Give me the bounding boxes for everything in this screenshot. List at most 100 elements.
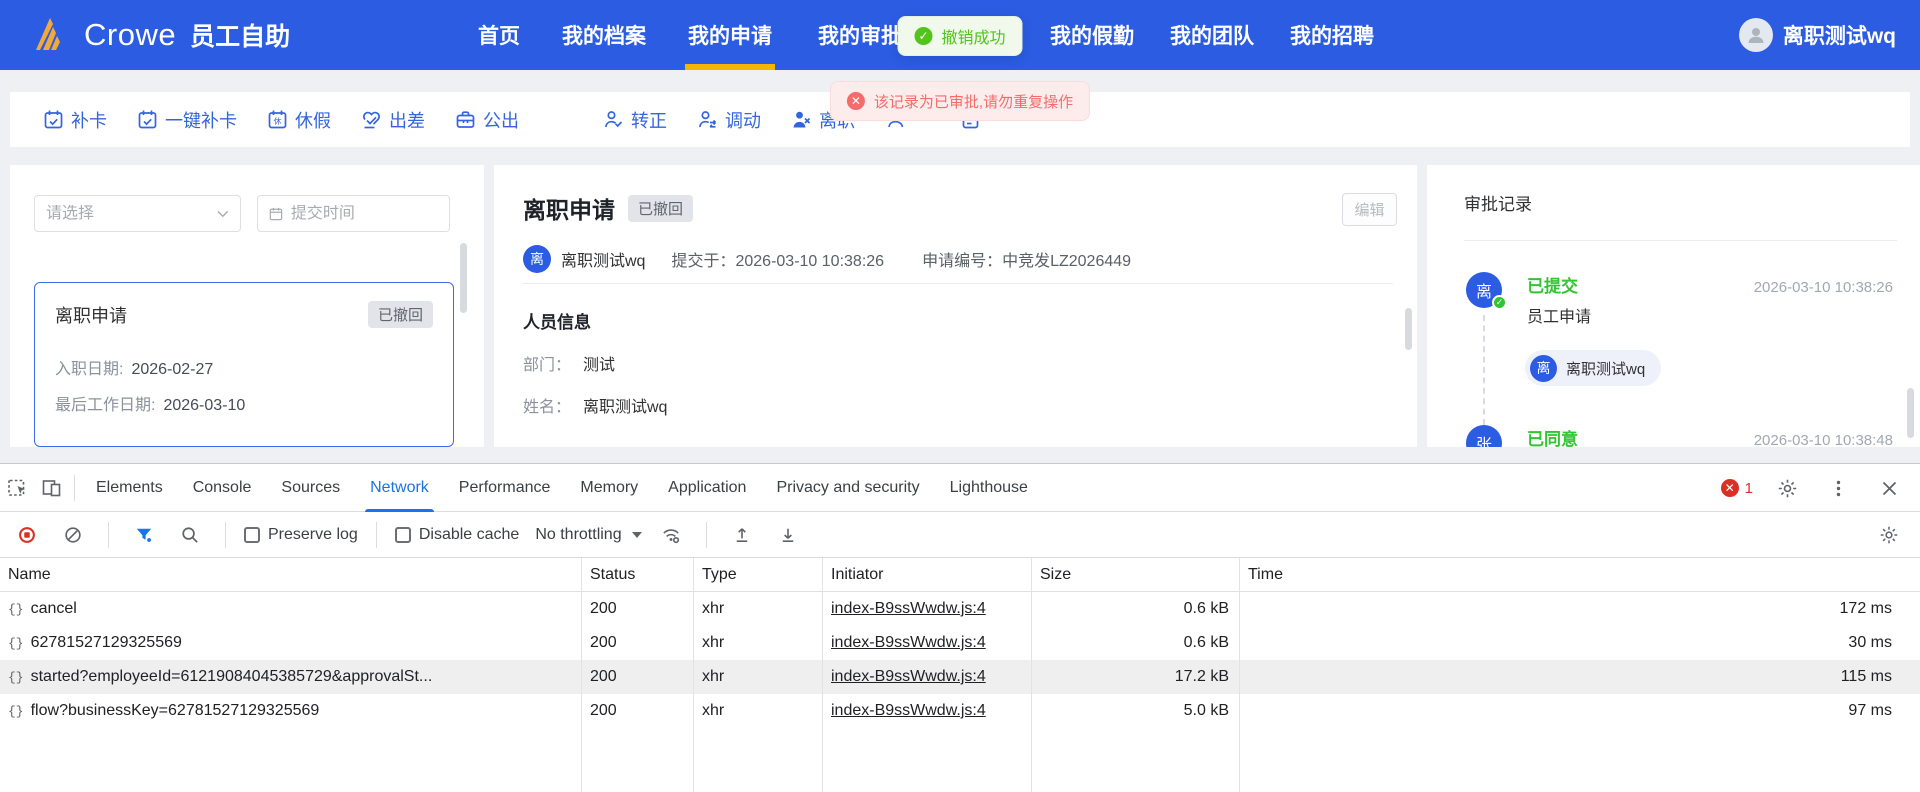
nav-my-team[interactable]: 我的团队 — [1170, 0, 1254, 70]
step-status: 已同意 — [1527, 430, 1578, 447]
user-menu[interactable]: 离职测试wq — [1738, 0, 1896, 70]
approval-scrollbar[interactable] — [1907, 388, 1914, 438]
action-transfer[interactable]: 调动 — [697, 107, 761, 133]
brand-logo: Crowe 员工自助 — [26, 0, 290, 70]
success-toast-text: 撤销成功 — [941, 30, 1006, 47]
svg-text:休: 休 — [274, 116, 282, 126]
col-type[interactable]: Type — [694, 558, 823, 591]
network-request-row[interactable]: {} started?employeeId=61219084045385729&a… — [0, 660, 1920, 694]
col-time[interactable]: Time — [1240, 558, 1920, 591]
calendar-rest-icon: 休 — [268, 110, 287, 129]
approval-step-submitted: 离 ✓ 已提交 2026-03-10 10:38:26 员工申请 — [1466, 272, 1893, 327]
divider — [523, 283, 1393, 284]
devtools-tab-elements[interactable]: Elements — [81, 464, 178, 512]
step-status: 已提交 — [1527, 277, 1578, 296]
network-request-row[interactable]: {} 62781527129325569 200 xhr index-B9ssWw… — [0, 626, 1920, 660]
devtools-tab-performance[interactable]: Performance — [444, 464, 566, 512]
devtools-tab-application[interactable]: Application — [653, 464, 761, 512]
list-scrollbar[interactable] — [460, 243, 467, 313]
network-toolbar: Preserve log Disable cache No throttling — [0, 512, 1920, 558]
edit-button[interactable]: 编辑 — [1342, 193, 1397, 226]
chip-avatar: 离 — [1530, 354, 1557, 382]
action-official-out[interactable]: 公出 — [455, 107, 519, 133]
inspect-element-icon[interactable] — [0, 471, 34, 505]
timeline-connector — [1483, 315, 1485, 425]
action-leave[interactable]: 休 休假 — [267, 107, 331, 133]
detail-scrollbar[interactable] — [1405, 308, 1412, 350]
divider — [1464, 240, 1897, 241]
application-card[interactable]: 离职申请 已撤回 入职日期: 2026-02-27 最后工作日期: 2026-03-… — [34, 282, 454, 447]
trip-check-icon — [363, 111, 380, 129]
devtools-settings-icon[interactable] — [1770, 471, 1804, 505]
clear-network-icon[interactable] — [56, 518, 90, 552]
type-select[interactable] — [34, 195, 241, 232]
throttling-select[interactable]: No throttling — [535, 526, 642, 544]
action-regularization[interactable]: 转正 — [603, 107, 667, 133]
network-request-row[interactable]: {} cancel 200 xhr index-B9ssWwdw.js:4 0.6… — [0, 592, 1920, 626]
action-business-trip[interactable]: 出差 — [361, 107, 425, 133]
caret-down-icon — [631, 531, 642, 538]
nav-my-applications[interactable]: 我的申请 — [685, 0, 775, 70]
detail-title: 离职申请 — [523, 197, 615, 223]
disable-cache-checkbox[interactable]: Disable cache — [394, 526, 519, 544]
col-size[interactable]: Size — [1032, 558, 1240, 591]
devtools-tab-console[interactable]: Console — [178, 464, 267, 512]
user-check-icon — [604, 111, 623, 128]
separator — [705, 521, 707, 548]
request-json-icon: {} — [8, 703, 24, 719]
user-arrows-icon — [698, 111, 717, 128]
devtools-close-icon[interactable] — [1872, 471, 1906, 505]
col-initiator[interactable]: Initiator — [823, 558, 1032, 591]
devtools-tab-sources[interactable]: Sources — [266, 464, 355, 512]
error-toast-text: 该记录为已审批,请勿重复操作 — [873, 93, 1074, 111]
application-detail-panel: 离职申请 已撤回 编辑 离 离职测试wq 提交于：2026-03-10 10:3… — [494, 165, 1417, 447]
device-toolbar-icon[interactable] — [34, 471, 68, 505]
separator — [375, 521, 377, 548]
import-har-icon[interactable] — [725, 518, 759, 552]
record-network-icon[interactable] — [10, 518, 44, 552]
devtools-more-icon[interactable] — [1821, 471, 1855, 505]
search-icon[interactable] — [173, 518, 207, 552]
approval-title: 审批记录 — [1464, 195, 1532, 214]
step-desc: 员工申请 — [1527, 309, 1592, 326]
export-har-icon[interactable] — [771, 518, 805, 552]
chevron-down-icon — [217, 210, 229, 217]
network-conditions-icon[interactable] — [654, 518, 688, 552]
nav-my-profile[interactable]: 我的档案 — [562, 0, 646, 70]
devtools-tab-privacy[interactable]: Privacy and security — [761, 464, 934, 512]
network-table-header: Name Status Type Initiator Size Time — [0, 558, 1920, 592]
nav-my-recruiting[interactable]: 我的招聘 — [1290, 0, 1374, 70]
nav-my-attendance[interactable]: 我的假勤 — [1050, 0, 1134, 70]
applicant-avatar: 离 — [523, 245, 551, 273]
initiator-link[interactable]: index-B9ssWwdw.js:4 — [831, 634, 986, 652]
calendar-check-icon — [44, 110, 63, 129]
action-batch-fix-attendance[interactable]: 一键补卡 — [137, 107, 237, 133]
calendar-icon — [269, 207, 283, 220]
console-error-badge[interactable]: ✕ 1 — [1720, 479, 1753, 497]
approver-chip: 离 离职测试wq — [1525, 350, 1662, 386]
nav-my-approvals[interactable]: 我的审批 — [818, 0, 902, 70]
card-status-badge: 已撤回 — [367, 301, 433, 328]
crowe-mark-icon — [26, 10, 72, 61]
initiator-link[interactable]: index-B9ssWwdw.js:4 — [831, 668, 986, 686]
col-status[interactable]: Status — [582, 558, 694, 591]
card-field-last-work-date: 最后工作日期: 2026-03-10 — [55, 397, 246, 414]
network-request-row[interactable]: {} flow?businessKey=62781527129325569 200… — [0, 694, 1920, 728]
col-name[interactable]: Name — [0, 558, 582, 591]
network-settings-icon[interactable] — [1872, 518, 1906, 552]
action-fix-attendance[interactable]: 补卡 — [43, 107, 107, 133]
checkbox-icon — [394, 526, 411, 543]
step-time: 2026-03-10 10:38:48 — [1753, 432, 1893, 447]
type-select-input[interactable] — [46, 204, 210, 223]
submit-time-input[interactable] — [290, 204, 438, 223]
request-json-icon: {} — [8, 635, 24, 651]
initiator-link[interactable]: index-B9ssWwdw.js:4 — [831, 600, 986, 618]
devtools-tab-lighthouse[interactable]: Lighthouse — [935, 464, 1043, 512]
nav-home[interactable]: 首页 — [478, 0, 520, 70]
initiator-link[interactable]: index-B9ssWwdw.js:4 — [831, 702, 986, 720]
submit-time-picker[interactable] — [257, 195, 450, 232]
devtools-tab-memory[interactable]: Memory — [565, 464, 653, 512]
filter-icon[interactable] — [127, 518, 161, 552]
devtools-tab-network[interactable]: Network — [355, 464, 444, 512]
preserve-log-checkbox[interactable]: Preserve log — [244, 526, 358, 544]
